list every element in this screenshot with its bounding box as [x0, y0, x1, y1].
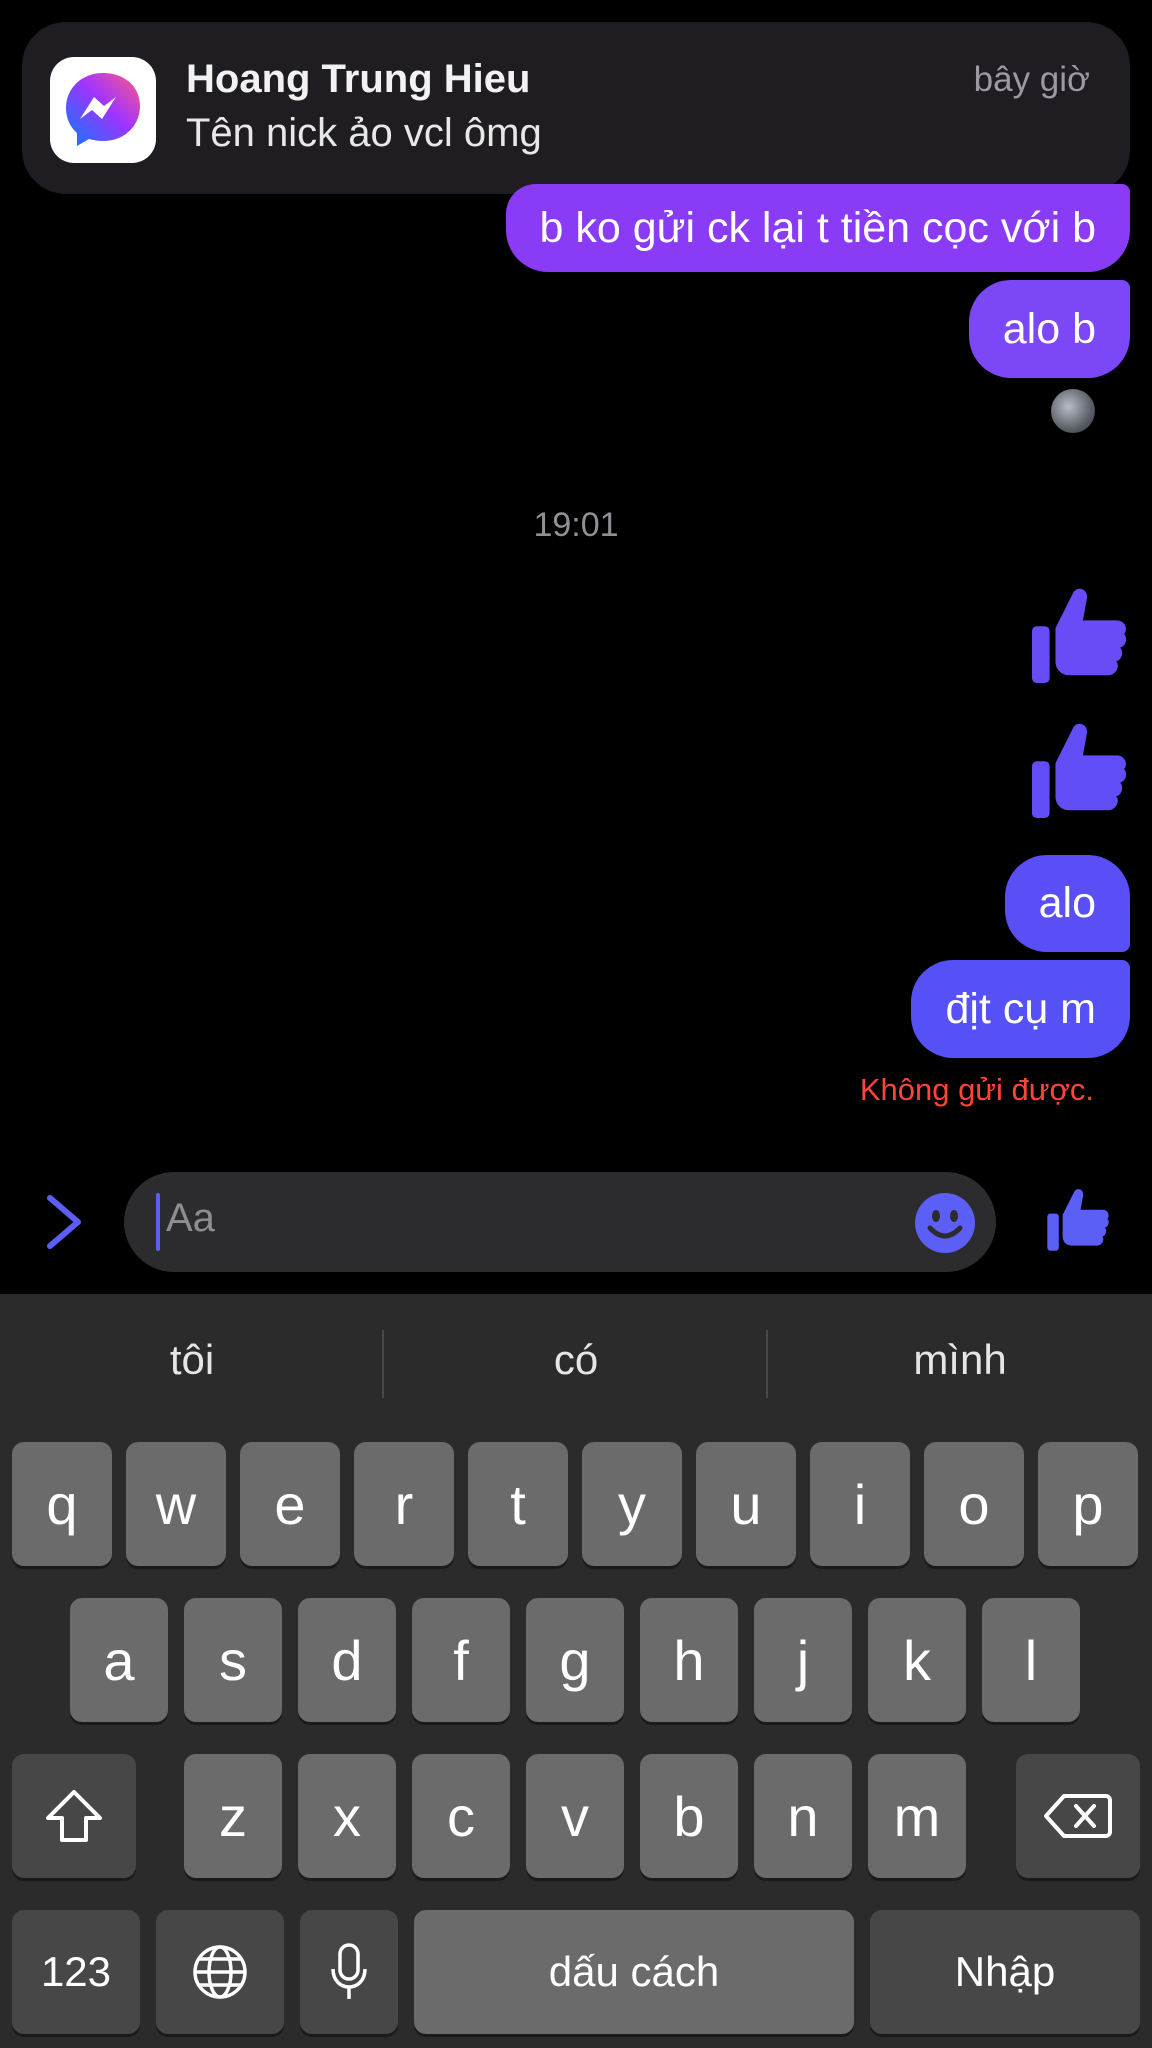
message-input[interactable] — [124, 1172, 996, 1272]
key-e[interactable]: e — [240, 1442, 340, 1566]
key-k[interactable]: k — [868, 1598, 966, 1722]
suggestion-1[interactable]: tôi — [0, 1336, 384, 1384]
space-key[interactable]: dấu cách — [414, 1910, 854, 2034]
suggestion-2[interactable]: có — [384, 1336, 768, 1384]
key-i[interactable]: i — [810, 1442, 910, 1566]
notification-banner[interactable]: Hoang Trung Hieu bây giờ Tên nick ảo vcl… — [22, 22, 1130, 194]
key-f[interactable]: f — [412, 1598, 510, 1722]
message-text: địt cụ m — [945, 984, 1096, 1033]
message-bubble-failed[interactable]: địt cụ m — [911, 960, 1130, 1058]
key-t[interactable]: t — [468, 1442, 568, 1566]
key-z[interactable]: z — [184, 1754, 282, 1878]
thumbs-up-icon[interactable] — [1030, 720, 1128, 827]
key-b[interactable]: b — [640, 1754, 738, 1878]
key-w[interactable]: w — [126, 1442, 226, 1566]
key-m[interactable]: m — [868, 1754, 966, 1878]
messenger-icon — [50, 57, 156, 163]
key-a[interactable]: a — [70, 1598, 168, 1722]
key-s[interactable]: s — [184, 1598, 282, 1722]
like-send-icon[interactable] — [1046, 1186, 1110, 1259]
thumbs-up-icon[interactable] — [1030, 585, 1128, 692]
shift-icon — [46, 1790, 102, 1842]
key-c[interactable]: c — [412, 1754, 510, 1878]
notification-time: bây giờ — [973, 60, 1090, 99]
key-u[interactable]: u — [696, 1442, 796, 1566]
expand-chevron-icon[interactable] — [38, 1192, 90, 1252]
key-h[interactable]: h — [640, 1598, 738, 1722]
key-v[interactable]: v — [526, 1754, 624, 1878]
globe-icon — [193, 1945, 247, 1999]
message-bubble-sent[interactable]: alo b — [968, 280, 1130, 378]
key-g[interactable]: g — [526, 1598, 624, 1722]
message-bubble-sent[interactable]: alo — [1004, 855, 1130, 952]
key-y[interactable]: y — [582, 1442, 682, 1566]
return-key[interactable]: Nhập — [870, 1910, 1140, 2034]
key-q[interactable]: q — [12, 1442, 112, 1566]
shift-key[interactable] — [12, 1754, 136, 1878]
key-l[interactable]: l — [982, 1598, 1080, 1722]
dictation-key[interactable] — [300, 1910, 398, 2034]
seen-avatar — [1051, 389, 1095, 433]
suggestion-3[interactable]: mình — [768, 1336, 1152, 1384]
key-j[interactable]: j — [754, 1598, 852, 1722]
microphone-icon — [331, 1943, 367, 1999]
notification-message: Tên nick ảo vcl ômg — [186, 111, 542, 155]
key-r[interactable]: r — [354, 1442, 454, 1566]
message-bubble-sent[interactable]: b ko gửi ck lại t tiền cọc với b — [505, 184, 1130, 272]
key-p[interactable]: p — [1038, 1442, 1138, 1566]
message-text: alo b — [1002, 304, 1096, 353]
key-n[interactable]: n — [754, 1754, 852, 1878]
key-o[interactable]: o — [924, 1442, 1024, 1566]
key-x[interactable]: x — [298, 1754, 396, 1878]
emoji-icon[interactable] — [914, 1192, 976, 1254]
numbers-key[interactable]: 123 — [12, 1910, 140, 2034]
message-text: b ko gửi ck lại t tiền cọc với b — [539, 203, 1096, 252]
key-d[interactable]: d — [298, 1598, 396, 1722]
text-cursor — [156, 1193, 160, 1251]
globe-key[interactable] — [156, 1910, 284, 2034]
backspace-icon — [1044, 1794, 1112, 1838]
notification-sender: Hoang Trung Hieu — [186, 57, 531, 101]
chat-timestamp: 19:01 — [533, 506, 619, 544]
message-input-placeholder: Aa — [166, 1196, 215, 1240]
send-error-text[interactable]: Không gửi được. — [860, 1072, 1094, 1108]
message-text: alo — [1038, 879, 1096, 927]
delete-key[interactable] — [1016, 1754, 1140, 1878]
